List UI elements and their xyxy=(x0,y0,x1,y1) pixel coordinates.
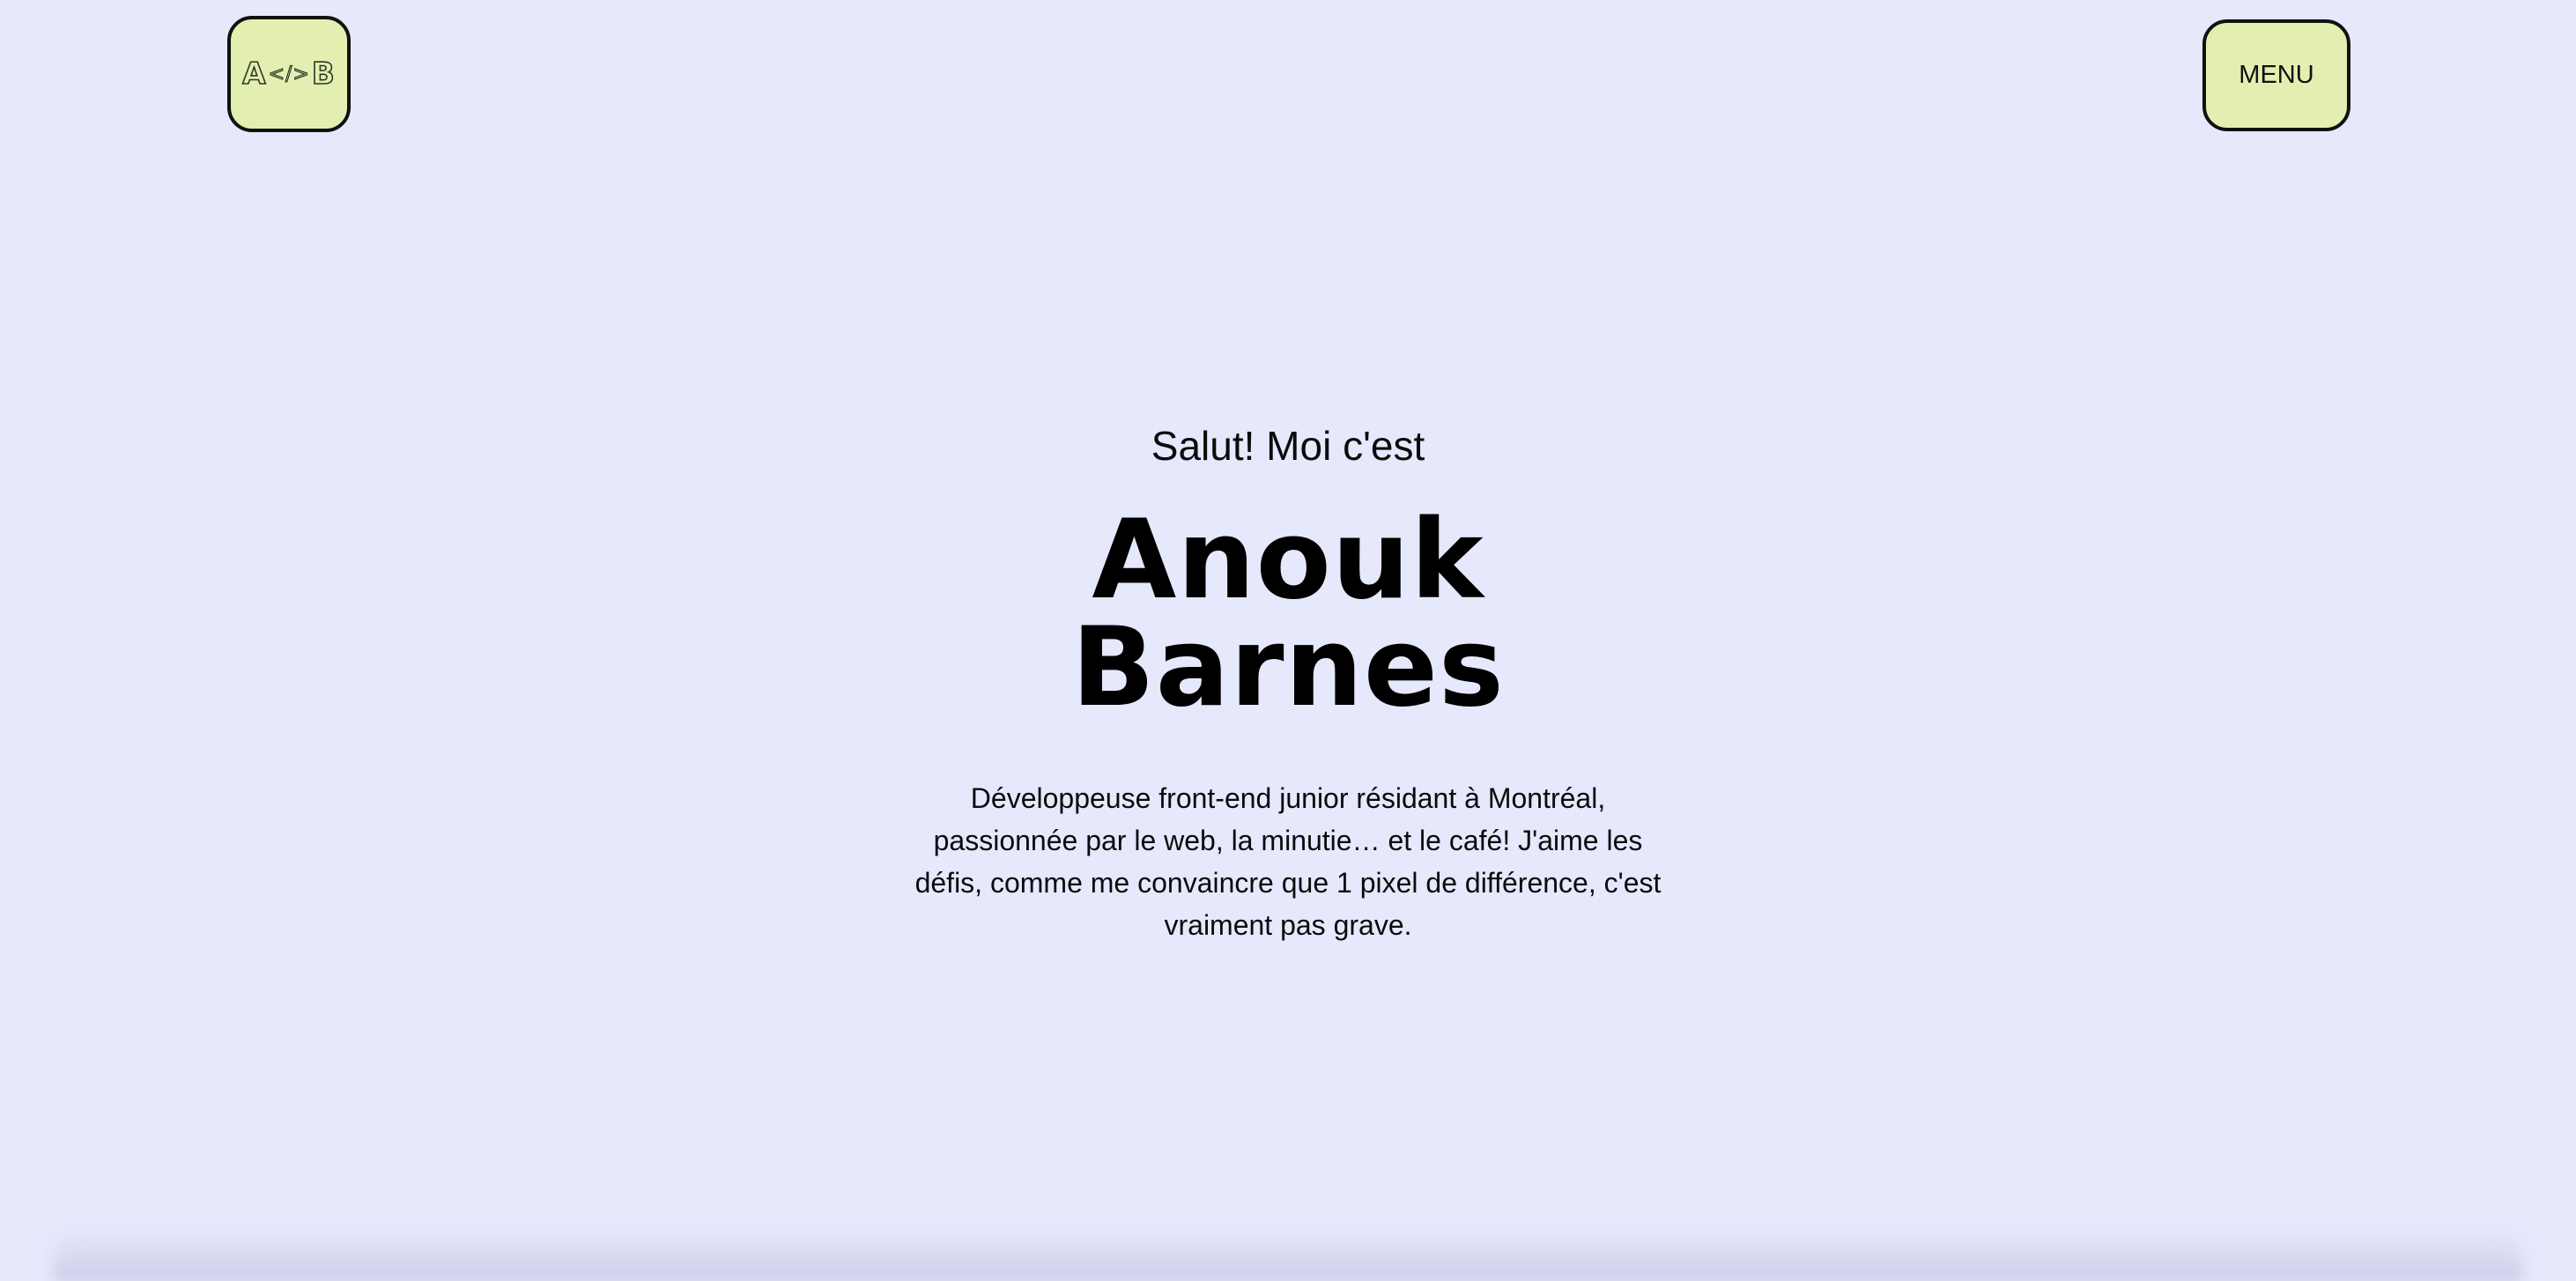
logo-monogram-icon: A </> B xyxy=(241,56,336,93)
hero-greeting: Salut! Moi c'est xyxy=(1151,423,1425,469)
logo-letter-a: A xyxy=(241,56,267,93)
hero-last-name: Barnes xyxy=(1071,604,1505,731)
hero-name: Anouk Barnes xyxy=(0,497,2576,731)
menu-button[interactable]: MENU xyxy=(2202,19,2350,131)
hero-bio: Développeuse front-end junior résidant à… xyxy=(914,782,1662,941)
hero-first-name: Anouk xyxy=(1092,497,1484,624)
next-section-edge xyxy=(53,1228,2523,1281)
logo-separator: </> xyxy=(268,63,310,85)
logo-button[interactable]: A </> B xyxy=(227,16,351,132)
logo-letter-b: B xyxy=(311,56,336,93)
